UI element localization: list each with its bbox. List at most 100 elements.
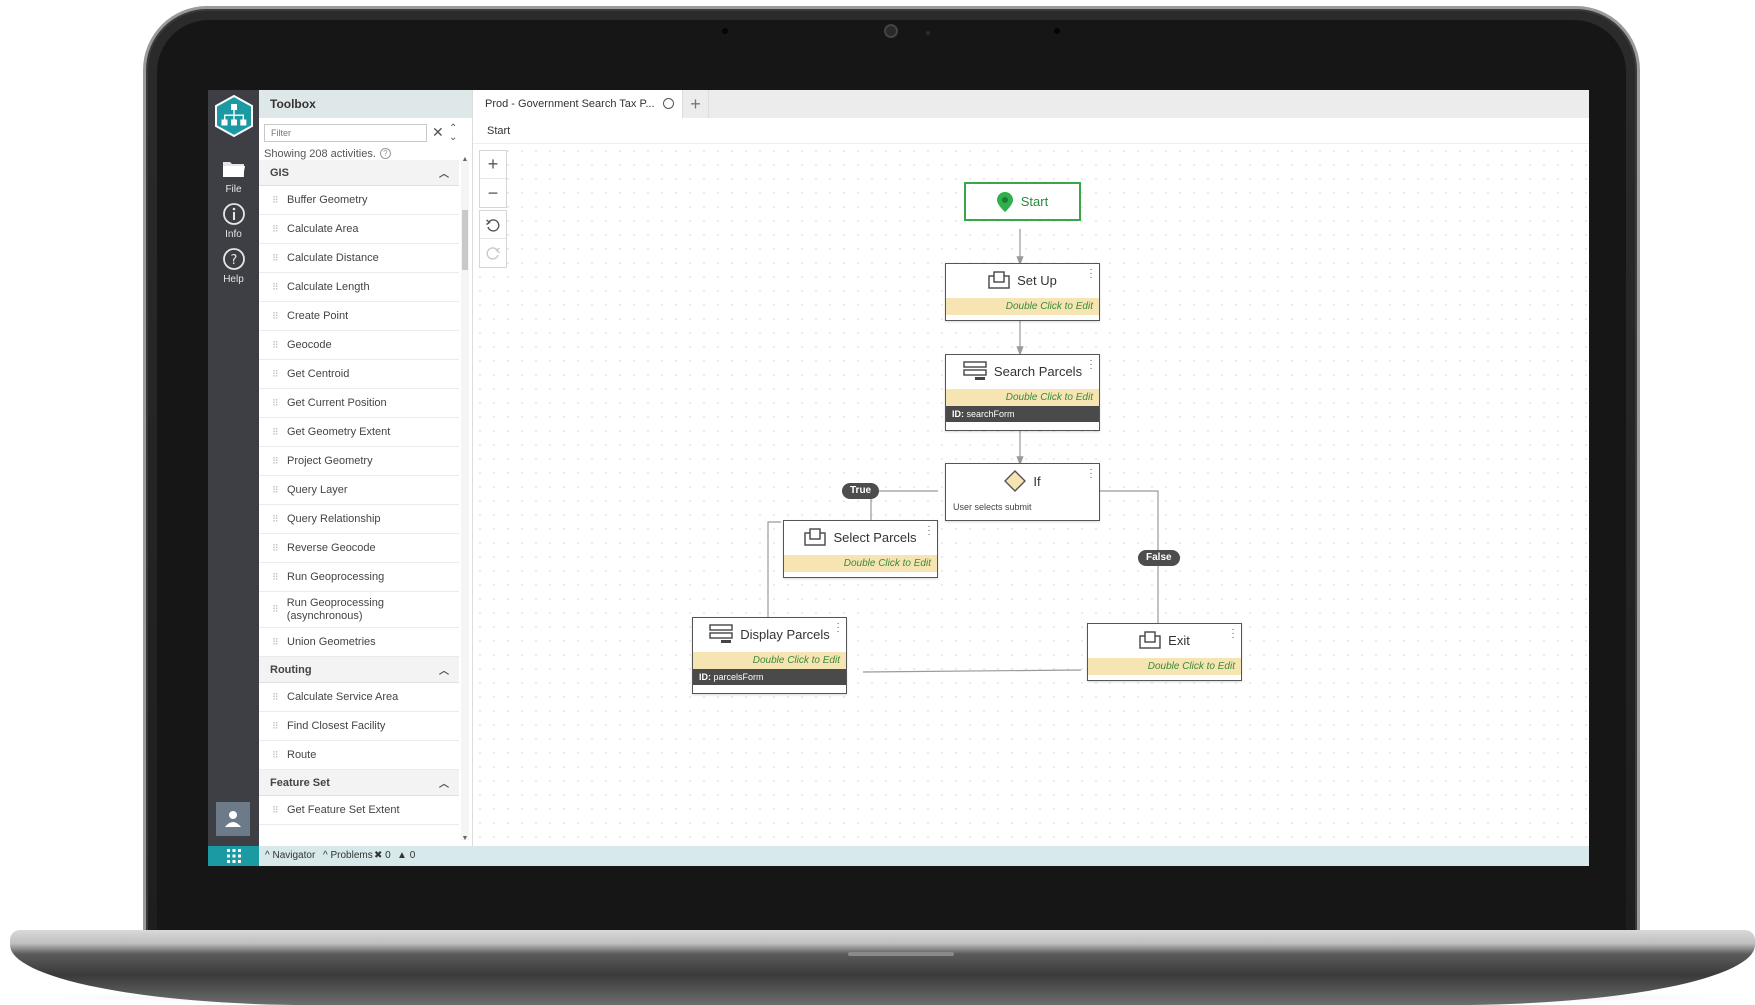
node-title: Exit <box>1088 624 1241 656</box>
list-item[interactable]: ⠿ Get Centroid <box>259 360 459 389</box>
list-item[interactable]: ⠿ Route <box>259 741 459 770</box>
list-item-label: Find Closest Facility <box>287 719 386 732</box>
workflow-canvas[interactable]: + − Start Set Up · · · Double Click to E… <box>473 144 1589 846</box>
drag-handle-icon[interactable]: ⠿ <box>272 805 284 816</box>
clear-filter-icon[interactable]: ✕ <box>432 125 444 139</box>
drag-handle-icon[interactable]: ⠿ <box>272 572 284 583</box>
node-exit[interactable]: Exit · · · Double Click to Edit <box>1087 623 1242 681</box>
chevron-up-icon[interactable]: ︿ <box>439 662 449 677</box>
drag-handle-icon[interactable]: ⠿ <box>272 485 284 496</box>
node-display-parcels[interactable]: Display Parcels · · · Double Click to Edit… <box>692 617 847 694</box>
more-options-icon[interactable]: · · · <box>1089 265 1093 283</box>
list-item[interactable]: ⠿ Get Feature Set Extent <box>259 796 459 825</box>
list-item[interactable]: ⠿ Run Geoprocessing <box>259 563 459 592</box>
edit-hint: Double Click to Edit <box>946 298 1099 315</box>
scroll-down-icon[interactable]: ▼ <box>461 835 469 842</box>
node-title-text: Exit <box>1168 632 1190 648</box>
more-options-icon[interactable]: · · · <box>1231 625 1235 643</box>
drag-handle-icon[interactable]: ⠿ <box>272 224 284 235</box>
drag-handle-icon[interactable]: ⠿ <box>272 195 284 206</box>
drag-handle-icon[interactable]: ⠿ <box>272 637 284 648</box>
list-item[interactable]: ⠿ Get Current Position <box>259 389 459 418</box>
node-id-bar: ID: parcelsForm <box>693 669 846 685</box>
add-tab-button[interactable]: + <box>683 90 709 118</box>
list-item[interactable]: ⠿ Find Closest Facility <box>259 712 459 741</box>
apps-grid-button[interactable] <box>208 846 259 866</box>
drag-handle-icon[interactable]: ⠿ <box>272 514 284 525</box>
rail-info-button[interactable]: Info <box>208 201 259 247</box>
drag-handle-icon[interactable]: ⠿ <box>272 369 284 380</box>
list-item[interactable]: ⠿ Project Geometry <box>259 447 459 476</box>
list-item[interactable]: ⠿ Geocode <box>259 331 459 360</box>
scrollbar-thumb[interactable] <box>462 210 468 270</box>
sensor-dot <box>926 31 930 35</box>
chevron-up-icon[interactable]: ︿ <box>439 165 449 180</box>
drag-handle-icon[interactable]: ⠿ <box>272 398 284 409</box>
category-feature-set[interactable]: Feature Set ︿ <box>259 770 459 796</box>
more-options-icon[interactable]: · · · <box>927 522 931 540</box>
user-avatar[interactable] <box>216 802 250 836</box>
list-item[interactable]: ⠿ Run Geoprocessing (asynchronous) <box>259 592 459 628</box>
node-id-bar: ID: searchForm <box>946 406 1099 422</box>
list-item[interactable]: ⠿ Get Geometry Extent <box>259 418 459 447</box>
tab-workflow[interactable]: Prod - Government Search Tax P... <box>473 90 683 118</box>
drag-handle-icon[interactable]: ⠿ <box>272 604 284 615</box>
filter-input[interactable] <box>264 124 427 142</box>
start-node[interactable]: Start <box>964 182 1081 221</box>
node-title-text: Search Parcels <box>993 363 1083 379</box>
problems-toggle[interactable]: ^ Problems <box>323 850 373 861</box>
list-item[interactable]: ⠿ Union Geometries <box>259 628 459 657</box>
rail-file-button[interactable]: File <box>208 156 259 202</box>
app-logo-icon[interactable] <box>213 95 255 137</box>
warning-count[interactable]: ▲ 0 <box>397 850 415 861</box>
list-item[interactable]: ⠿ Query Layer <box>259 476 459 505</box>
more-options-icon[interactable]: · · · <box>1089 465 1093 483</box>
app-screen: File Info ? Help Toolbox ✕ ⌃⌄ Showing 20… <box>208 90 1589 866</box>
list-item[interactable]: ⠿ Calculate Service Area <box>259 683 459 712</box>
more-options-icon[interactable]: · · · <box>836 619 840 637</box>
node-search-parcels[interactable]: Search Parcels · · · Double Click to Edit … <box>945 354 1100 431</box>
drag-handle-icon[interactable]: ⠿ <box>272 721 284 732</box>
list-item[interactable]: ⠿ Calculate Length <box>259 273 459 302</box>
scroll-up-icon[interactable]: ▲ <box>461 156 469 163</box>
drag-handle-icon[interactable]: ⠿ <box>272 750 284 761</box>
node-title: Display Parcels <box>693 618 846 650</box>
node-set-up[interactable]: Set Up · · · Double Click to Edit <box>945 263 1100 321</box>
help-icon[interactable]: ? <box>379 148 391 159</box>
node-if[interactable]: If · · · User selects submit <box>945 463 1100 521</box>
list-item[interactable]: ⠿ Calculate Distance <box>259 244 459 273</box>
category-routing[interactable]: Routing ︿ <box>259 657 459 683</box>
sort-icon[interactable]: ⌃ ⌄ <box>449 124 457 143</box>
list-item[interactable]: ⠿ Calculate Area <box>259 215 459 244</box>
more-options-icon[interactable]: · · · <box>1089 356 1093 374</box>
list-item-label: Query Layer <box>287 483 348 496</box>
category-gis[interactable]: GIS ︿ <box>259 160 459 186</box>
error-count[interactable]: ✖ 0 <box>374 850 391 861</box>
list-item[interactable]: ⠿ Create Point <box>259 302 459 331</box>
list-item[interactable]: ⠿ Reverse Geocode <box>259 534 459 563</box>
drag-handle-icon[interactable]: ⠿ <box>272 340 284 351</box>
list-item-label: Calculate Area <box>287 222 359 235</box>
node-select-parcels[interactable]: Select Parcels · · · Double Click to Edit <box>783 520 938 578</box>
circle-icon[interactable] <box>663 98 674 109</box>
tab-label: Prod - Government Search Tax P... <box>485 98 655 110</box>
edge-label-false[interactable]: False <box>1138 550 1180 566</box>
drag-handle-icon[interactable]: ⠿ <box>272 311 284 322</box>
filter-row: ✕ ⌃⌄ <box>264 124 464 143</box>
chevron-up-icon[interactable]: ︿ <box>439 775 449 790</box>
drag-handle-icon[interactable]: ⠿ <box>272 282 284 293</box>
edge-label-true[interactable]: True <box>842 483 880 499</box>
list-item[interactable]: ⠿ Buffer Geometry <box>259 186 459 215</box>
rail-help-button[interactable]: ? Help <box>208 246 259 292</box>
drag-handle-icon[interactable]: ⠿ <box>272 692 284 703</box>
navigator-toggle[interactable]: ^ Navigator <box>265 850 315 861</box>
drag-handle-icon[interactable]: ⠿ <box>272 456 284 467</box>
list-item-label: Project Geometry <box>287 454 373 467</box>
drag-handle-icon[interactable]: ⠿ <box>272 543 284 554</box>
drag-handle-icon[interactable]: ⠿ <box>272 427 284 438</box>
list-item[interactable]: ⠿ Query Relationship <box>259 505 459 534</box>
toolbox-scrollbar[interactable]: ▲ ▼ <box>461 156 469 842</box>
breadcrumb-item[interactable]: Start <box>487 125 510 137</box>
laptop-notch <box>848 952 954 956</box>
drag-handle-icon[interactable]: ⠿ <box>272 253 284 264</box>
